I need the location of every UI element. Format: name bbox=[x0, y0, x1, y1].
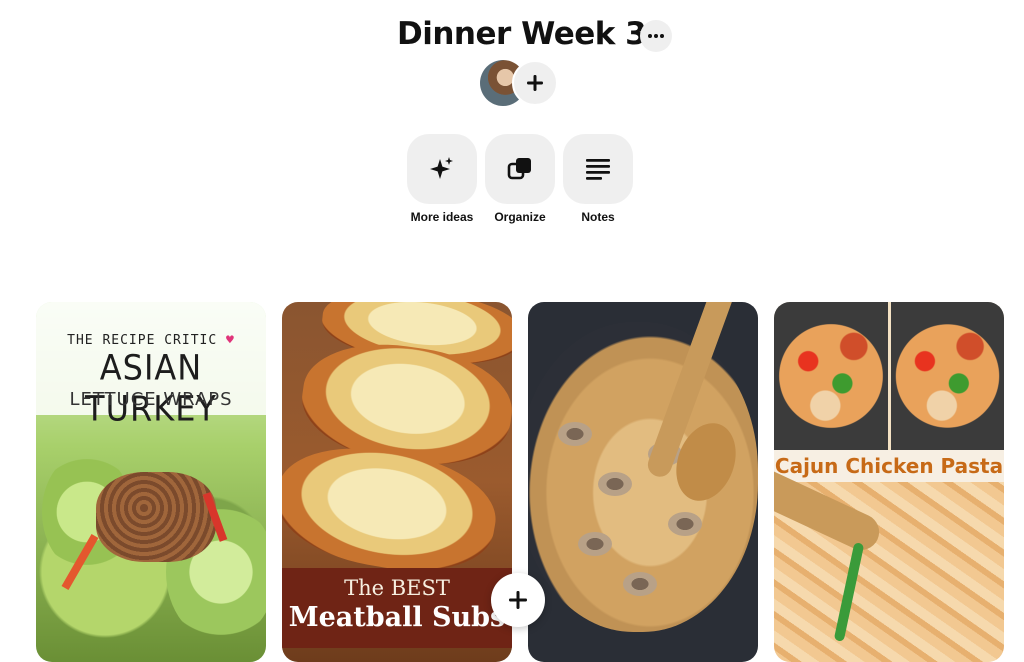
more-options-button[interactable] bbox=[640, 20, 672, 52]
more-ideas-button[interactable]: More ideas bbox=[406, 134, 478, 224]
pin-title-banner: The BEST Meatball Subs bbox=[282, 568, 512, 648]
pin-brand: THE RECIPE CRITIC ♥ bbox=[36, 333, 266, 348]
sparkle-icon bbox=[430, 157, 453, 179]
pin-image-detail bbox=[96, 472, 216, 562]
pin-asian-turkey-lettuce-wraps[interactable]: THE RECIPE CRITIC ♥ ASIAN TURKEY LETTUCE… bbox=[36, 302, 266, 662]
more-ideas-tile[interactable] bbox=[407, 134, 477, 204]
plus-icon bbox=[509, 591, 527, 609]
heart-icon: ♥ bbox=[226, 333, 235, 348]
notes-tile[interactable] bbox=[563, 134, 633, 204]
organize-label: Organize bbox=[494, 210, 546, 224]
pin-image-detail bbox=[578, 532, 612, 556]
pin-image-pair bbox=[774, 302, 1004, 450]
pin-cajun-chicken-pasta[interactable]: Cajun Chicken Pasta bbox=[774, 302, 1004, 662]
pin-image-detail bbox=[598, 472, 632, 496]
pin-image-detail bbox=[558, 422, 592, 446]
notes-label: Notes bbox=[581, 210, 615, 224]
collaborators bbox=[480, 60, 560, 108]
notes-icon bbox=[586, 159, 610, 180]
pin-title: ASIAN TURKEY bbox=[85, 346, 217, 430]
board-actions: More ideas Organize Notes bbox=[406, 134, 634, 234]
organize-tile[interactable] bbox=[485, 134, 555, 204]
pin-subtitle: LETTUCE WRAPS bbox=[69, 389, 233, 410]
pin-image-detail bbox=[668, 512, 702, 536]
organize-icon bbox=[507, 158, 531, 180]
pin-crockpot-chicken[interactable] bbox=[528, 302, 758, 662]
pin-meatball-subs[interactable]: The BEST Meatball Subs bbox=[282, 302, 512, 662]
notes-button[interactable]: Notes bbox=[562, 134, 634, 224]
pin-image bbox=[774, 302, 888, 450]
title-row: Dinner Week 3 bbox=[0, 12, 1024, 56]
pin-title: Meatball Subs bbox=[288, 602, 506, 633]
pin-subtitle: The BEST bbox=[344, 576, 450, 600]
more-ideas-label: More ideas bbox=[410, 210, 474, 224]
ellipsis-icon bbox=[648, 34, 664, 38]
brand-text: THE RECIPE CRITIC bbox=[67, 333, 218, 348]
organize-button[interactable]: Organize bbox=[484, 134, 556, 224]
board-title: Dinner Week 3 bbox=[397, 16, 647, 52]
pin-image-detail bbox=[623, 572, 657, 596]
plus-icon bbox=[527, 75, 543, 91]
add-collaborator-button[interactable] bbox=[512, 60, 558, 106]
pin-title: Cajun Chicken Pasta bbox=[774, 454, 1004, 478]
pin-image bbox=[890, 302, 1004, 450]
add-pin-button[interactable] bbox=[491, 573, 545, 627]
